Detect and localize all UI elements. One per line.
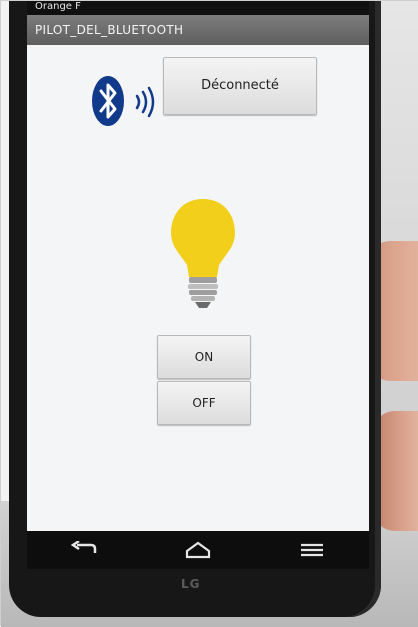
back-button[interactable] — [66, 538, 102, 562]
menu-icon — [301, 543, 323, 557]
home-icon — [185, 541, 211, 559]
light-bulb-icon — [171, 199, 235, 308]
back-icon — [70, 541, 97, 553]
on-button[interactable]: ON — [157, 335, 251, 379]
app-title: PILOT_DEL_BLUETOOTH — [35, 23, 184, 37]
carrier-label: Orange F — [35, 1, 81, 12]
app-title-bar: PILOT_DEL_BLUETOOTH — [27, 15, 369, 45]
home-button[interactable] — [180, 538, 216, 562]
menu-button[interactable] — [294, 538, 330, 562]
brand-logo: LG — [181, 577, 201, 591]
bluetooth-icon — [92, 76, 124, 126]
signal-waves-icon — [135, 86, 155, 118]
phone-screen: Orange F PILOT_DEL_BLUETOOTH Déconnecté — [27, 1, 369, 531]
photo-frame: Orange F PILOT_DEL_BLUETOOTH Déconnecté — [0, 0, 418, 627]
connection-status-button[interactable]: Déconnecté — [163, 57, 317, 115]
status-bar: Orange F — [27, 1, 369, 15]
phone-device: Orange F PILOT_DEL_BLUETOOTH Déconnecté — [9, 1, 381, 617]
app-content: Déconnecté ON OFF — [27, 45, 369, 531]
navigation-bar — [27, 531, 369, 569]
off-button[interactable]: OFF — [157, 381, 251, 425]
